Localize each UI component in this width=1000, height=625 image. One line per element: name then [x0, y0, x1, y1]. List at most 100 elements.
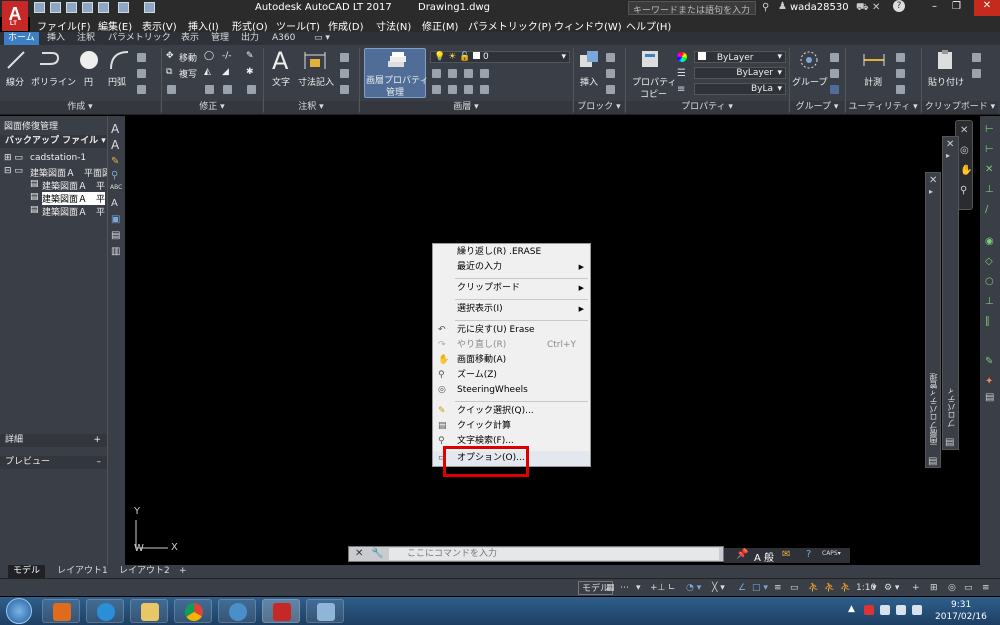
tray-network-icon[interactable] — [896, 605, 906, 615]
menu-item-zoom[interactable]: ⚲ ズーム(Z) — [433, 368, 590, 383]
tree-expand-icon[interactable]: ⊞ ▭ — [4, 153, 23, 163]
snap-tool-icon[interactable]: ⊢ — [985, 124, 994, 135]
customize-menu-icon[interactable]: ≡ — [982, 581, 990, 595]
tab-output[interactable]: 出力 — [237, 32, 263, 45]
isodraft-icon[interactable]: ╳ ▾ — [712, 581, 725, 595]
menu-edit[interactable]: 編集(E) — [98, 18, 132, 33]
app-logo[interactable]: A LT — [2, 1, 28, 31]
paste-button[interactable]: 貼り付け — [928, 75, 964, 88]
tab-model[interactable]: モデル — [8, 565, 46, 578]
tree-item[interactable]: 建築図面Ａ 平面図 — [30, 166, 111, 179]
measure-button[interactable]: 計測 — [864, 75, 882, 88]
trim-icon[interactable]: -/- — [222, 51, 232, 61]
backup-files-header[interactable]: バックアップ ファイル ▾ — [0, 135, 107, 148]
menu-parametric[interactable]: パラメトリック(P) — [468, 18, 552, 33]
user-icon[interactable]: ♟ — [778, 1, 787, 12]
array-icon[interactable] — [223, 85, 232, 94]
tray-flag-icon[interactable] — [880, 605, 890, 615]
copy-icon[interactable]: ⧉ — [166, 67, 172, 77]
layers-panel-title[interactable]: 画層 ▾ — [360, 101, 572, 114]
match-properties-label-2[interactable]: コピー — [640, 87, 667, 100]
group-select-icon[interactable] — [830, 85, 839, 94]
menu-insert[interactable]: 挿入(I) — [188, 18, 219, 33]
menu-item-repeat[interactable]: 繰り返し(R) .ERASE — [433, 245, 590, 260]
tree-collapse-icon[interactable]: ⊟ ▭ — [4, 166, 23, 176]
file-explorer-app[interactable] — [130, 599, 168, 623]
tab-parametric[interactable]: パラメトリック — [104, 32, 175, 45]
details-header[interactable]: 詳細 + — [0, 434, 107, 447]
snap-icon[interactable]: ⋯ — [620, 581, 629, 595]
pin-icon[interactable]: 📌 — [736, 549, 748, 560]
dimension-icon[interactable] — [302, 49, 328, 71]
polar-icon[interactable]: ◔ ▾ — [686, 581, 701, 595]
snap-tool-icon[interactable]: ▤ — [985, 392, 994, 403]
add-layout-button[interactable]: + — [174, 565, 192, 578]
close-icon[interactable]: ✕ — [355, 548, 363, 559]
tab-a360[interactable]: A360 — [268, 32, 299, 45]
chevron-down-icon[interactable]: ▾ — [636, 581, 641, 595]
copy-clip-icon[interactable] — [972, 69, 981, 78]
snap-tool-icon[interactable]: ⊥ — [985, 184, 994, 195]
ime-caps-icon[interactable]: CAPS▾ — [822, 550, 841, 557]
layer-properties-button[interactable]: 画層プロパティ 管理 — [364, 48, 428, 98]
menu-window[interactable]: ウィンドウ(W) — [554, 18, 622, 33]
menu-tools[interactable]: ツール(T) — [276, 18, 320, 33]
menu-view[interactable]: 表示(V) — [142, 18, 177, 33]
osnap-tracking-icon[interactable]: ∠ — [738, 581, 746, 595]
annotation-visibility-icon[interactable]: ⛹ — [808, 581, 819, 595]
explode-icon[interactable]: ✱ — [246, 67, 254, 77]
tree-item-selected[interactable]: 建築図面Ａ 平 — [42, 192, 105, 205]
tree-item[interactable]: 建築図面Ａ 平 — [42, 179, 105, 192]
quick-calc-icon[interactable] — [896, 69, 905, 78]
annotation-panel-title[interactable]: 注釈 ▾ — [264, 101, 358, 114]
save-icon[interactable] — [66, 2, 77, 13]
infer-icon[interactable]: +⊥ — [650, 581, 665, 595]
menu-item-quickcalc[interactable]: ▤ クイック計算 — [433, 419, 590, 434]
line-icon[interactable] — [6, 50, 26, 70]
rectangle-icon[interactable] — [137, 53, 146, 62]
menu-item-clipboard[interactable]: クリップボード ▶ — [433, 281, 590, 296]
layer-tool-icon[interactable] — [480, 69, 489, 78]
polyline-icon[interactable] — [38, 50, 62, 70]
menu-item-steeringwheels[interactable]: ◎ SteeringWheels — [433, 383, 590, 398]
zoom-icon[interactable]: ⚲ — [960, 185, 967, 196]
utilities-panel-title[interactable]: ユーティリティ ▾ — [846, 101, 920, 114]
draw-panel-title[interactable]: 作成 ▾ — [0, 101, 160, 114]
group-button[interactable]: グループ — [792, 75, 827, 88]
text-button[interactable]: 文字 — [272, 75, 290, 88]
circle-icon[interactable] — [78, 49, 100, 71]
menu-file[interactable]: ファイル(F) — [37, 18, 91, 33]
tray-overflow-icon[interactable]: ▲ — [848, 604, 855, 614]
layer-dropdown[interactable]: 💡 ☀ 🔓 0 ▾ — [430, 51, 570, 63]
polyline-button[interactable]: ポリライン — [31, 75, 76, 88]
fillet-icon[interactable]: ◢ — [222, 67, 229, 77]
find-icon[interactable]: ⚲ — [111, 170, 118, 181]
messenger-app[interactable] — [218, 599, 256, 623]
justify-icon[interactable]: ▣ — [111, 214, 120, 225]
scale-icon[interactable] — [205, 85, 214, 94]
ungroup-icon[interactable] — [830, 53, 839, 62]
media-player-app[interactable] — [42, 599, 80, 623]
clock-date[interactable]: 2017/02/16 — [935, 612, 987, 622]
group-edit-icon[interactable] — [830, 69, 839, 78]
osnap-icon[interactable]: □ ▾ — [752, 581, 768, 595]
tab-home[interactable]: ホーム — [4, 32, 39, 45]
workspace-gear-icon[interactable]: ⚙ ▾ — [884, 581, 899, 595]
close-icon[interactable]: ✕ — [929, 175, 937, 186]
menu-draw[interactable]: 作成(D) — [328, 18, 364, 33]
menu-item-isolate[interactable]: 選択表示(I) ▶ — [433, 302, 590, 317]
snap-tool-icon[interactable]: ✎ — [985, 356, 993, 367]
transparency-icon[interactable]: ▭ — [790, 581, 799, 595]
layer-tool-icon[interactable] — [432, 69, 441, 78]
frame-icon[interactable]: ▤ — [111, 230, 120, 241]
undo-icon[interactable] — [118, 2, 129, 13]
convert-icon[interactable]: ▥ — [111, 246, 120, 257]
clock-time[interactable]: 9:31 — [951, 600, 971, 610]
tray-volume-icon[interactable] — [912, 605, 922, 615]
user-name[interactable]: wada28530 — [790, 2, 849, 13]
lineweight-toggle-icon[interactable]: ≡ — [774, 581, 782, 595]
menu-item-recent-input[interactable]: 最近の入力 ▶ — [433, 260, 590, 275]
open-file-icon[interactable] — [50, 2, 61, 13]
autohide-icon[interactable]: ▸ — [946, 151, 950, 160]
tab-annotate[interactable]: 注釈 — [73, 32, 99, 45]
